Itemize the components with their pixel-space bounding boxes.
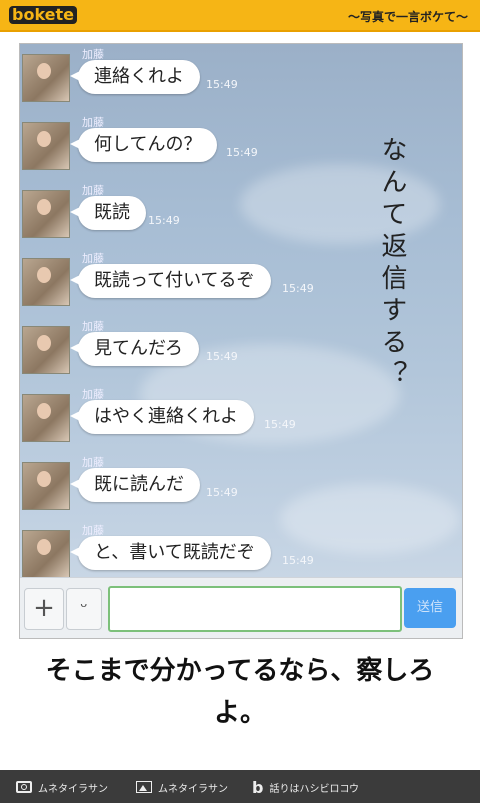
image-icon	[136, 781, 152, 793]
overlay-vertical-text: なんて返信する？	[377, 136, 407, 392]
image-credit[interactable]: ムネタイラサン	[136, 778, 228, 796]
avatar	[22, 530, 70, 578]
message-bubble: 既に読んだ	[70, 468, 200, 502]
boke-credit[interactable]: b 話りはハシビロコウ	[252, 777, 360, 797]
message-bubble: 連絡くれよ	[70, 60, 200, 94]
image-credit-name: ムネタイラサン	[158, 783, 228, 795]
camera-icon	[16, 781, 32, 793]
send-button[interactable]: 送信	[404, 588, 456, 628]
photo-credit[interactable]: ムネタイラサン	[16, 778, 108, 796]
chat-message: 加藤 はやく連絡くれよ 15:49	[20, 384, 462, 444]
bokete-b-icon: b	[252, 777, 264, 797]
message-time: 15:49	[148, 214, 180, 227]
bokete-logo[interactable]: bokete	[8, 5, 78, 25]
chat-message: 加藤 と、書いて既読だぞ 15:49	[20, 520, 462, 580]
message-bubble: 既読	[70, 196, 146, 230]
top-bar: bokete 〜写真で一言ボケて〜	[0, 0, 480, 32]
message-input[interactable]	[108, 586, 402, 632]
logo-text: bokete	[9, 6, 78, 24]
chat-screenshot-photo: 加藤 連絡くれよ 15:49 加藤 何してんの？ 15:49 加藤 既読 15:…	[19, 43, 463, 639]
avatar	[22, 394, 70, 442]
boke-caption: そこまで分かってるなら、察しろよ。	[45, 656, 435, 728]
avatar	[22, 462, 70, 510]
message-time: 15:49	[206, 350, 238, 363]
tagline: 〜写真で一言ボケて〜	[347, 10, 468, 24]
chat-message: 加藤 既に読んだ 15:49	[20, 452, 462, 512]
message-time: 15:49	[206, 78, 238, 91]
message-time: 15:49	[206, 486, 238, 499]
message-bubble: はやく連絡くれよ	[70, 400, 254, 434]
message-bubble: と、書いて既読だぞ	[70, 536, 271, 570]
chat-message: 加藤 連絡くれよ 15:49	[20, 44, 462, 104]
plus-icon[interactable]: +	[24, 588, 64, 630]
avatar	[22, 54, 70, 102]
avatar	[22, 122, 70, 170]
message-time: 15:49	[282, 554, 314, 567]
avatar	[22, 190, 70, 238]
avatar	[22, 258, 70, 306]
message-time: 15:49	[226, 146, 258, 159]
smile-icon[interactable]: ᵕ	[66, 588, 102, 630]
avatar	[22, 326, 70, 374]
message-bubble: 既読って付いてるぞ	[70, 264, 271, 298]
photo-credit-name: ムネタイラサン	[38, 783, 108, 795]
message-time: 15:49	[282, 282, 314, 295]
boke-credit-name: 話りはハシビロコウ	[269, 783, 360, 795]
message-time: 15:49	[264, 418, 296, 431]
chat-input-bar: + ᵕ 送信	[20, 577, 462, 638]
footer-bar: ムネタイラサン ムネタイラサン b 話りはハシビロコウ	[0, 770, 480, 803]
message-bubble: 何してんの？	[69, 128, 218, 162]
message-bubble: 見てんだろ	[70, 332, 199, 366]
